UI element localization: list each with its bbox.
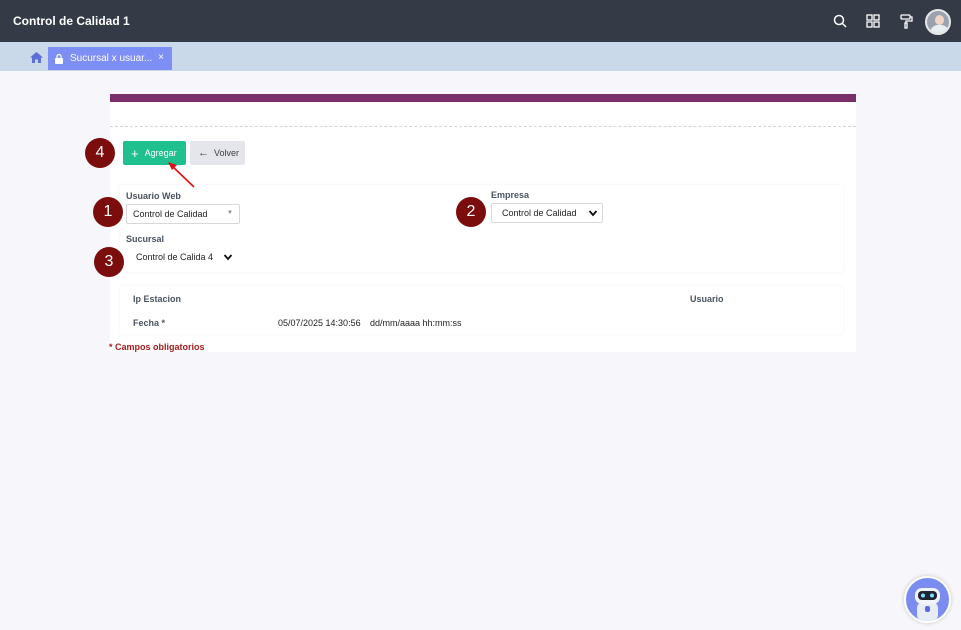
add-button-label: Agregar [144,148,177,158]
sucursal-select[interactable]: Control de Calida 4 [126,247,238,267]
caret-down-icon: ▼ [227,210,233,216]
tab-bar: Sucursal x usuar... × [0,42,961,71]
sucursal-label: Sucursal [126,234,165,244]
tab-sucursal-usuario[interactable]: Sucursal x usuar... × [48,47,172,70]
details-card [120,286,843,334]
fecha-label: Fecha * [133,318,166,328]
lock-icon [55,53,63,64]
required-note: * Campos obligatorios [109,342,205,352]
annotation-badge-2: 2 [456,197,486,227]
top-bar: Control de Calidad 1 [0,0,961,42]
plus-icon: + [131,145,139,161]
fecha-value: 05/07/2025 14:30:56 [278,318,361,328]
close-icon[interactable]: × [158,52,164,63]
paint-roller-icon[interactable] [897,12,915,30]
usuario-web-value: Control de Calidad [133,209,208,219]
robot-icon [915,588,940,621]
annotation-arrow [168,162,195,188]
accent-bar [110,94,856,102]
sucursal-value: Control de Calida 4 [136,252,214,262]
grid-icon[interactable] [864,12,882,30]
annotation-badge-1: 1 [93,197,123,227]
ip-estacion-label: Ip Estacion [133,294,182,304]
fecha-format: dd/mm/aaaa hh:mm:ss [370,318,462,328]
usuario-label: Usuario [690,294,724,304]
usuario-web-label: Usuario Web [126,191,181,201]
user-avatar[interactable] [925,9,951,35]
app-title: Control de Calidad 1 [13,14,130,28]
arrow-left-icon: ← [198,147,209,159]
chatbot-button[interactable] [904,576,951,623]
back-button[interactable]: ← Volver [190,141,245,165]
chevron-down-icon [588,210,598,217]
avatar-body [930,25,949,33]
back-button-label: Volver [214,148,240,158]
home-icon[interactable] [30,52,43,63]
usuario-web-select[interactable]: Control de Calidad ▼ [126,204,240,224]
empresa-select[interactable]: Control de Calidad [491,203,603,223]
annotation-badge-3: 3 [94,247,124,277]
tab-label: Sucursal x usuar... [70,53,153,64]
empresa-value: Control de Calidad [502,208,577,218]
divider [110,126,856,127]
empresa-label: Empresa [491,190,530,200]
annotation-badge-4: 4 [85,138,115,168]
search-icon[interactable] [831,12,849,30]
avatar-head [935,15,944,25]
chevron-down-icon [223,254,233,261]
